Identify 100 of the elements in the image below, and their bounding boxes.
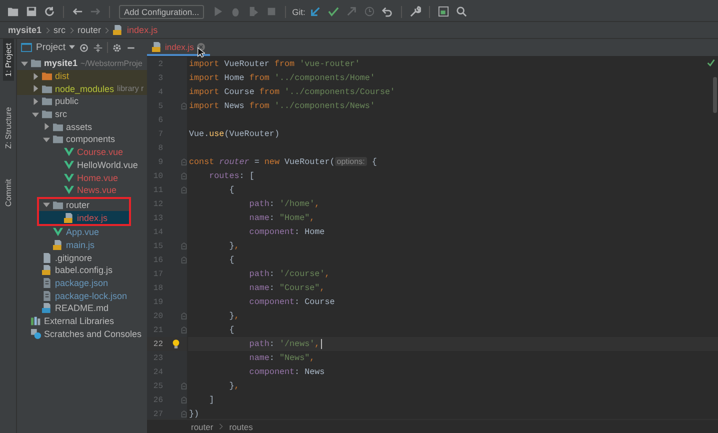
tree-item[interactable]: router — [39, 198, 129, 212]
code-line: path: '/home', — [248, 199, 320, 209]
chevron-icon — [219, 423, 224, 430]
tree-item[interactable]: Scratches and Consoles — [17, 327, 147, 340]
expanded-arrow-icon[interactable] — [21, 60, 28, 67]
js-file-icon — [152, 42, 162, 52]
fold-marker-icon[interactable] — [181, 410, 187, 418]
tree-item[interactable]: index.js — [39, 211, 129, 224]
fold-marker-icon[interactable] — [181, 102, 187, 110]
js-file-icon — [53, 240, 63, 250]
add-configuration-button[interactable]: Add Configuration... — [119, 4, 204, 18]
vue-file-icon — [64, 160, 74, 170]
json-file-icon — [42, 290, 52, 301]
tree-item[interactable]: src — [17, 108, 147, 120]
commit-icon[interactable] — [326, 6, 342, 17]
markdown-file-icon — [42, 303, 52, 314]
collapse-all-icon[interactable] — [92, 42, 103, 52]
fold-marker-icon[interactable] — [181, 186, 187, 194]
code-line: name: "News", — [248, 353, 315, 363]
project-dropdown[interactable]: Project — [36, 42, 75, 53]
chevron-icon — [46, 26, 50, 34]
expanded-arrow-icon[interactable] — [43, 201, 50, 208]
breadcrumb-item[interactable]: mysite1 — [8, 25, 42, 35]
fold-marker-icon[interactable] — [181, 312, 187, 320]
side-tab[interactable]: 1: Project — [2, 39, 14, 81]
tree-item[interactable]: package.json — [17, 276, 147, 290]
scrollbar[interactable] — [713, 77, 717, 113]
code-line: component: Course — [248, 297, 335, 307]
tree-item[interactable]: package-lock.json — [17, 289, 147, 302]
folder-icon — [53, 134, 63, 144]
fold-marker-icon[interactable] — [181, 242, 187, 250]
fold-marker-icon[interactable] — [181, 382, 187, 390]
lightbulb-icon[interactable] — [172, 339, 180, 349]
code-line: path: '/news', — [248, 338, 322, 350]
settings-icon[interactable] — [112, 42, 122, 52]
folder-icon — [42, 71, 52, 82]
vue-file-icon — [64, 185, 74, 196]
js-file-icon — [42, 265, 52, 276]
tree-item[interactable]: dist — [17, 70, 147, 82]
tree-item[interactable]: HelloWorld.vue — [17, 158, 147, 172]
search-icon[interactable] — [454, 6, 470, 17]
vue-file-icon — [53, 227, 63, 238]
tree-item[interactable]: public — [17, 95, 147, 108]
code-line: }, — [228, 311, 240, 321]
fold-marker-icon[interactable] — [181, 172, 187, 180]
code-line: import Home from '../components/Home' — [189, 73, 375, 83]
libraries-icon — [31, 316, 41, 326]
code-line: { — [228, 185, 234, 195]
expanded-arrow-icon[interactable] — [43, 136, 50, 143]
sync-icon[interactable] — [42, 6, 57, 17]
tree-item[interactable]: .gitignore — [17, 251, 147, 264]
side-tab[interactable]: Z: Structure — [2, 102, 14, 153]
side-tab[interactable]: Commit — [2, 174, 14, 210]
vue-file-icon — [64, 147, 74, 158]
tree-item[interactable]: README.md — [17, 302, 147, 315]
expanded-arrow-icon[interactable] — [32, 110, 39, 118]
check-icon — [707, 59, 715, 67]
breadcrumb-item[interactable]: router — [191, 422, 214, 432]
code-line: ] — [208, 395, 214, 405]
code-line: import Course from '../components/Course' — [189, 87, 396, 97]
save-icon[interactable] — [24, 6, 39, 17]
wrench-icon[interactable] — [408, 6, 424, 17]
code-line: Vue.use(VueRouter) — [189, 129, 280, 139]
breadcrumb-item[interactable]: router — [78, 25, 102, 35]
chevron-icon — [70, 26, 74, 34]
tree-item[interactable]: External Libraries — [17, 314, 147, 328]
code-line: { — [228, 255, 234, 265]
code-line: }) — [189, 409, 200, 419]
fold-marker-icon[interactable] — [181, 158, 187, 166]
tree-item[interactable]: babel.config.js — [17, 264, 147, 277]
window-icon[interactable] — [436, 6, 452, 17]
fold-marker-icon[interactable] — [181, 256, 187, 264]
fold-marker-icon[interactable] — [181, 396, 187, 404]
js-file-icon — [113, 25, 124, 35]
folder-icon — [42, 84, 52, 94]
folder-icon — [42, 96, 52, 106]
collapsed-arrow-icon[interactable] — [43, 123, 50, 130]
folder-icon — [53, 122, 63, 132]
file-icon — [42, 252, 52, 263]
locate-icon[interactable] — [78, 42, 89, 52]
git-label: Git: — [292, 6, 306, 16]
tree-item[interactable]: assets — [17, 120, 147, 134]
code-line: import News from '../components/News' — [189, 101, 375, 111]
tree-item[interactable]: node_modules library r — [17, 82, 147, 96]
code-line: const router = new VueRouter( options: { — [189, 157, 377, 167]
project-icon — [21, 43, 32, 52]
back-icon[interactable] — [70, 6, 85, 17]
breadcrumb-item[interactable]: routes — [229, 422, 253, 432]
code-line: name: "Course", — [248, 283, 325, 293]
tree-item[interactable]: App.vue — [17, 226, 147, 239]
tree-item[interactable]: main.js — [17, 238, 147, 252]
folder-icon — [42, 109, 52, 120]
code-line: }, — [228, 381, 240, 391]
breadcrumb-item[interactable]: src — [54, 25, 66, 35]
caret-icon — [68, 44, 75, 50]
tree-item[interactable]: components — [17, 133, 147, 146]
chevron-icon — [105, 26, 110, 34]
tree-item[interactable]: mysite1 ~/WebstormProje — [17, 57, 147, 70]
folder-icon — [31, 58, 41, 68]
fold-marker-icon[interactable] — [181, 326, 187, 334]
